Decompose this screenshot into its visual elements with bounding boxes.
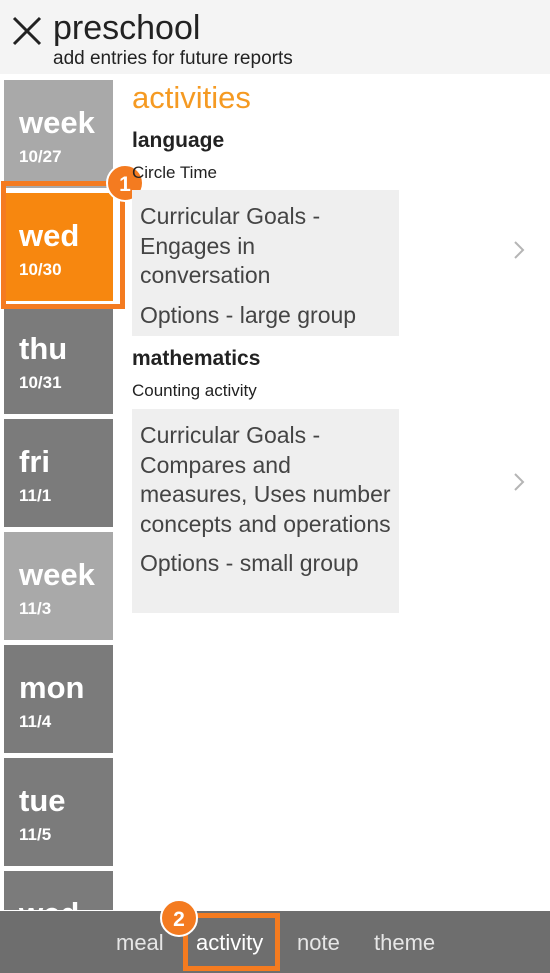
day-item-tue-11-5[interactable]: tue 11/5	[4, 758, 113, 866]
day-date: 11/4	[19, 712, 52, 731]
card-body: Curricular Goals - Compares and measures…	[132, 409, 399, 613]
tab-meal[interactable]: meal	[116, 929, 164, 957]
chevron-right-icon	[510, 238, 528, 262]
category-title-language: language	[132, 129, 225, 152]
activity-card-language[interactable]: Curricular Goals - Engages in conversati…	[132, 190, 550, 336]
curricular-goals: Curricular Goals - Compares and measures…	[140, 422, 391, 537]
day-date: 11/3	[19, 599, 52, 618]
day-date: 11/5	[19, 825, 52, 844]
page-subtitle: add entries for future reports	[53, 48, 293, 69]
tab-note[interactable]: note	[297, 929, 340, 957]
activity-options: Options - large group	[140, 301, 357, 328]
day-date: 10/27	[19, 147, 62, 166]
category-title-mathematics: mathematics	[132, 347, 261, 370]
day-item-week-11-3[interactable]: week 11/3	[4, 532, 113, 640]
day-item-mon-11-4[interactable]: mon 11/4	[4, 645, 113, 753]
header: preschool add entries for future reports	[0, 0, 550, 74]
day-item-wed-partial[interactable]: wed	[4, 871, 113, 910]
day-name: week	[19, 105, 95, 140]
day-name: tue	[19, 783, 66, 818]
day-date: 11/1	[19, 486, 52, 505]
section-title: activities	[132, 80, 251, 115]
day-item-week-10-27[interactable]: week 10/27	[4, 80, 113, 188]
day-item-fri-11-1[interactable]: fri 11/1	[4, 419, 113, 527]
close-icon	[12, 16, 42, 46]
day-name: wed	[19, 897, 79, 911]
curricular-goals: Curricular Goals - Engages in conversati…	[140, 203, 321, 288]
close-button[interactable]	[10, 14, 44, 48]
day-item-thu-10-31[interactable]: thu 10/31	[4, 306, 113, 414]
activity-card-mathematics[interactable]: Curricular Goals - Compares and measures…	[132, 409, 550, 613]
page-title: preschool	[53, 9, 201, 47]
activities-panel: activities language Circle Time Curricul…	[132, 74, 550, 910]
day-name: thu	[19, 331, 68, 366]
step-badge-2: 2	[160, 899, 198, 937]
highlight-box-day	[1, 181, 125, 309]
day-name: week	[19, 557, 95, 592]
day-date: 10/31	[19, 373, 62, 392]
category-description-language: Circle Time	[132, 163, 218, 182]
activity-options: Options - small group	[140, 550, 359, 576]
tab-theme[interactable]: theme	[374, 929, 435, 957]
card-body: Curricular Goals - Engages in conversati…	[132, 190, 399, 336]
day-name: mon	[19, 670, 85, 705]
category-description-mathematics: Counting activity	[132, 381, 257, 400]
day-name: fri	[19, 444, 50, 479]
chevron-right-icon	[510, 470, 528, 494]
